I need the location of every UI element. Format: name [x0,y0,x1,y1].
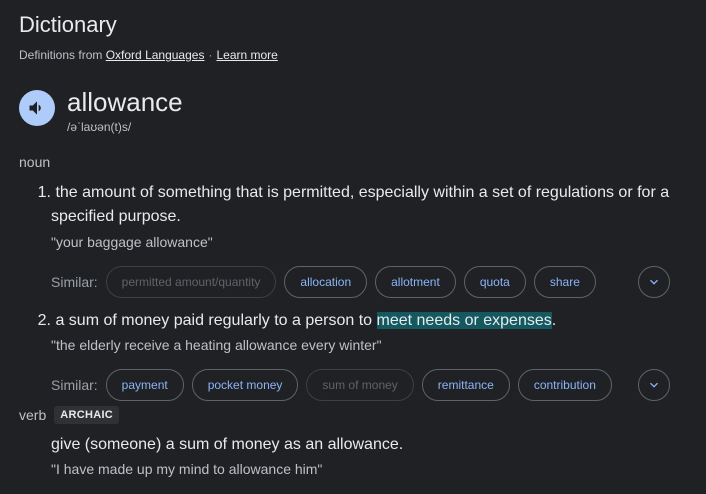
highlighted-phrase[interactable]: meet needs or expenses [376,312,552,329]
definition-1: 1. the amount of something that is permi… [35,181,675,229]
verb-label: verb [19,407,47,423]
separator-dot: · [208,48,213,62]
archaic-badge: ARCHAIC [54,406,120,424]
pronunciation-button[interactable] [19,90,55,126]
similar-chip-allotment[interactable]: allotment [375,266,456,298]
similar-chip-sum-of-money: sum of money [306,369,414,401]
example-verb: "I have made up my mind to allowance him… [51,461,323,477]
learn-more-link[interactable]: Learn more [216,48,277,62]
phonetic-spelling: /əˈlaʊən(t)s/ [67,120,132,134]
source-prefix: Definitions from [19,48,103,62]
chevron-down-icon [646,377,662,393]
definition-text-end: . [551,312,557,329]
expand-similar-button[interactable] [638,266,670,298]
definition-number: 1. [37,184,51,201]
oxford-languages-link[interactable]: Oxford Languages [106,48,205,62]
expand-similar-button[interactable] [638,369,670,401]
similar-words-1: Similar: permitted amount/quantity alloc… [51,265,604,299]
definition-verb: give (someone) a sum of money as an allo… [51,436,404,453]
source-line: Definitions from Oxford Languages · Learn … [19,46,278,64]
dictionary-title: Dictionary [19,12,117,37]
chevron-down-icon [646,274,662,290]
similar-label: Similar: [51,274,98,290]
similar-chip-contribution[interactable]: contribution [517,369,612,401]
similar-label: Similar: [51,377,98,393]
definition-text: a sum of money paid regularly to a perso… [55,312,377,329]
similar-chip-pocket-money[interactable]: pocket money [191,369,299,401]
definition-text: the amount of something that is permitte… [55,184,670,201]
definition-2: 2. a sum of money paid regularly to a pe… [35,309,675,333]
similar-words-2: Similar: payment pocket money sum of mon… [51,368,620,402]
part-of-speech-verb: verb ARCHAIC [19,405,120,425]
example-1: "your baggage allowance" [51,234,213,250]
similar-chip-payment[interactable]: payment [105,369,184,401]
definition-text-continued: specified purpose. [51,208,181,225]
example-2: "the elderly receive a heating allowance… [51,337,382,353]
part-of-speech-noun: noun [19,154,51,170]
similar-chip-quota[interactable]: quota [463,266,526,298]
similar-chip-remittance[interactable]: remittance [421,369,510,401]
similar-chip-permitted-amount: permitted amount/quantity [105,266,277,298]
volume-up-icon [27,98,47,118]
similar-chip-allocation[interactable]: allocation [284,266,368,298]
definition-number: 2. [37,312,51,329]
similar-chip-share[interactable]: share [533,266,596,298]
headword: allowance [67,87,183,117]
